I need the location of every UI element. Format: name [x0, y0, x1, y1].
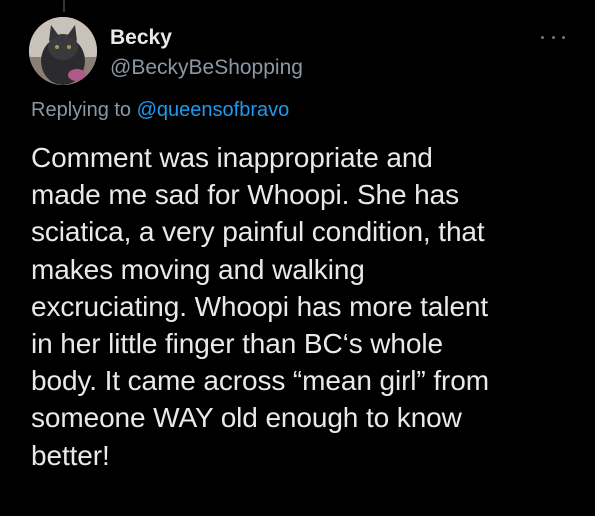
- more-horizontal-icon: [541, 35, 544, 39]
- tweet-text-line: Comment was inappropriate and: [31, 142, 433, 173]
- replying-to-line: Replying to @queensofbravo: [31, 97, 289, 123]
- more-horizontal-icon-dot: [562, 35, 565, 39]
- tweet-text-line: someone WAY old enough to know: [31, 402, 462, 434]
- author-handle[interactable]: @BeckyBeShopping: [110, 55, 303, 81]
- author-display-name[interactable]: Becky: [110, 25, 303, 51]
- tweet-text-line: body. It came across “mean girl” from: [31, 365, 489, 397]
- tweet-text-line: in her little finger than BC‘s whole: [31, 328, 443, 360]
- tweet-text-line: excruciating. Whoopi has more talent: [31, 290, 489, 322]
- tweet-text-line: better!: [31, 439, 110, 471]
- author-block: Becky @BeckyBeShopping: [110, 25, 303, 81]
- replying-to-label: Replying to: [31, 99, 137, 121]
- reply-mention-link[interactable]: @queensofbravo: [137, 99, 290, 121]
- thread-connector-line: [63, 0, 65, 12]
- avatar[interactable]: [29, 17, 97, 85]
- more-horizontal-icon-dot: [551, 35, 555, 39]
- tweet-text-line: made me sad for Whoopi. She has: [31, 179, 460, 211]
- tweet-text-line: sciatica, a very painful condition, that: [31, 216, 485, 248]
- tweet-text-line: makes moving and walking: [31, 253, 365, 285]
- cat-avatar-icon: [29, 17, 97, 85]
- more-options-button[interactable]: [541, 32, 565, 42]
- tweet-text: Comment was inappropriate and made me sa…: [31, 139, 586, 474]
